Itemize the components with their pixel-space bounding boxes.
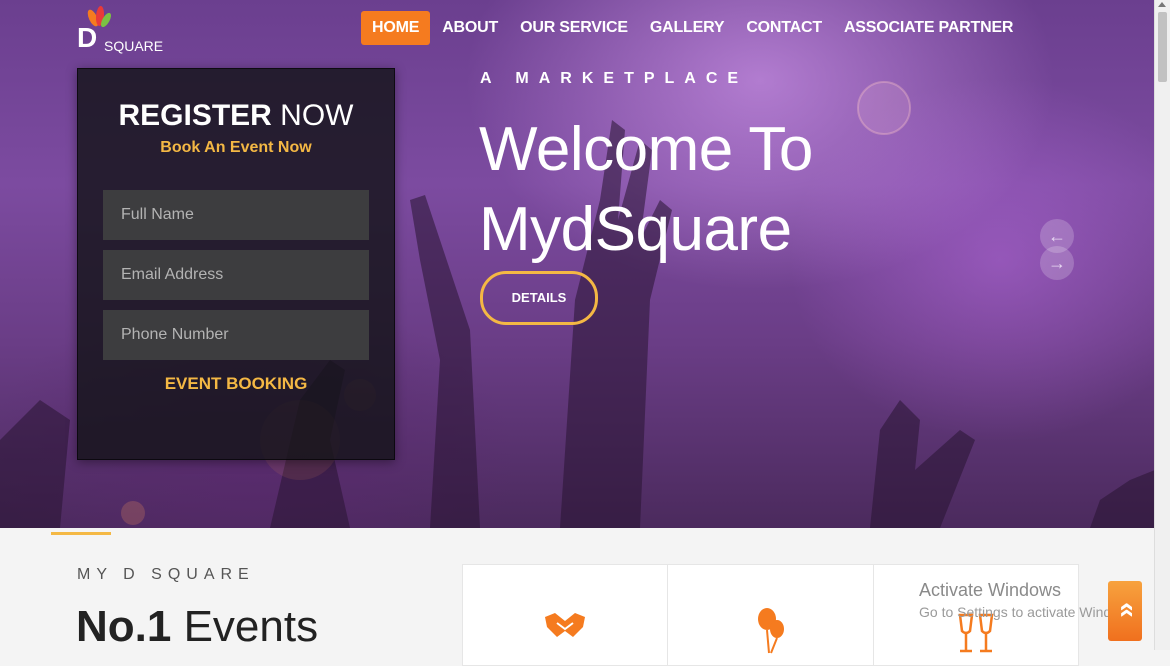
details-button[interactable]: DETAILS xyxy=(480,271,598,325)
nav-home[interactable]: HOME xyxy=(361,11,431,45)
register-form: REGISTER NOW Book An Event Now EVENT BOO… xyxy=(77,68,395,460)
full-name-input[interactable] xyxy=(103,190,369,240)
section-title: No.1 Events xyxy=(76,602,318,652)
nav-contact[interactable]: CONTACT xyxy=(735,11,833,45)
event-booking-button[interactable]: EVENT BOOKING xyxy=(78,374,394,394)
feature-card[interactable] xyxy=(463,565,669,665)
feature-card[interactable] xyxy=(668,565,874,665)
nav-about[interactable]: ABOUT xyxy=(431,11,509,45)
phone-input[interactable] xyxy=(103,310,369,360)
double-chevron-up-icon: » xyxy=(1108,602,1140,618)
logo-letter: D xyxy=(77,22,98,53)
back-to-top-button[interactable]: » xyxy=(1108,581,1142,641)
scroll-up-arrow-icon[interactable] xyxy=(1158,2,1166,7)
email-input[interactable] xyxy=(103,250,369,300)
register-title: REGISTER NOW xyxy=(78,99,394,133)
register-title-rest: NOW xyxy=(271,99,354,132)
page-scrollbar[interactable] xyxy=(1154,0,1170,650)
hero-headline: Welcome To MydSquare xyxy=(479,110,813,270)
logo-text: SQUARE xyxy=(104,38,164,54)
section-eyebrow: MY D SQUARE xyxy=(77,566,255,583)
nav-associate-partner[interactable]: ASSOCIATE PARTNER xyxy=(833,11,1024,45)
balloons-icon xyxy=(758,608,785,654)
register-title-bold: REGISTER xyxy=(118,99,272,132)
windows-activation-title: Activate Windows xyxy=(919,580,1062,600)
section-accent-line xyxy=(51,532,111,535)
nav-gallery[interactable]: GALLERY xyxy=(639,11,735,45)
arrow-left-icon: ← xyxy=(1048,226,1066,246)
nav-our-service[interactable]: OUR SERVICE xyxy=(509,11,639,45)
register-subtitle: Book An Event Now xyxy=(160,139,312,156)
carousel-next-button[interactable]: → xyxy=(1040,246,1074,280)
handshake-icon xyxy=(545,613,586,637)
site-logo[interactable]: D SQUARE xyxy=(77,4,167,54)
section-title-bold: No.1 xyxy=(76,602,172,651)
hero-headline-line1: Welcome To xyxy=(479,115,813,184)
hero-headline-line2: MydSquare xyxy=(479,195,792,264)
scrollbar-thumb[interactable] xyxy=(1158,12,1167,82)
hero-tagline: A MARKETPLACE xyxy=(480,70,749,87)
main-nav: HOME ABOUT OUR SERVICE GALLERY CONTACT A… xyxy=(361,11,1024,45)
section-title-rest: Events xyxy=(171,602,319,651)
arrow-right-icon: → xyxy=(1048,253,1066,273)
